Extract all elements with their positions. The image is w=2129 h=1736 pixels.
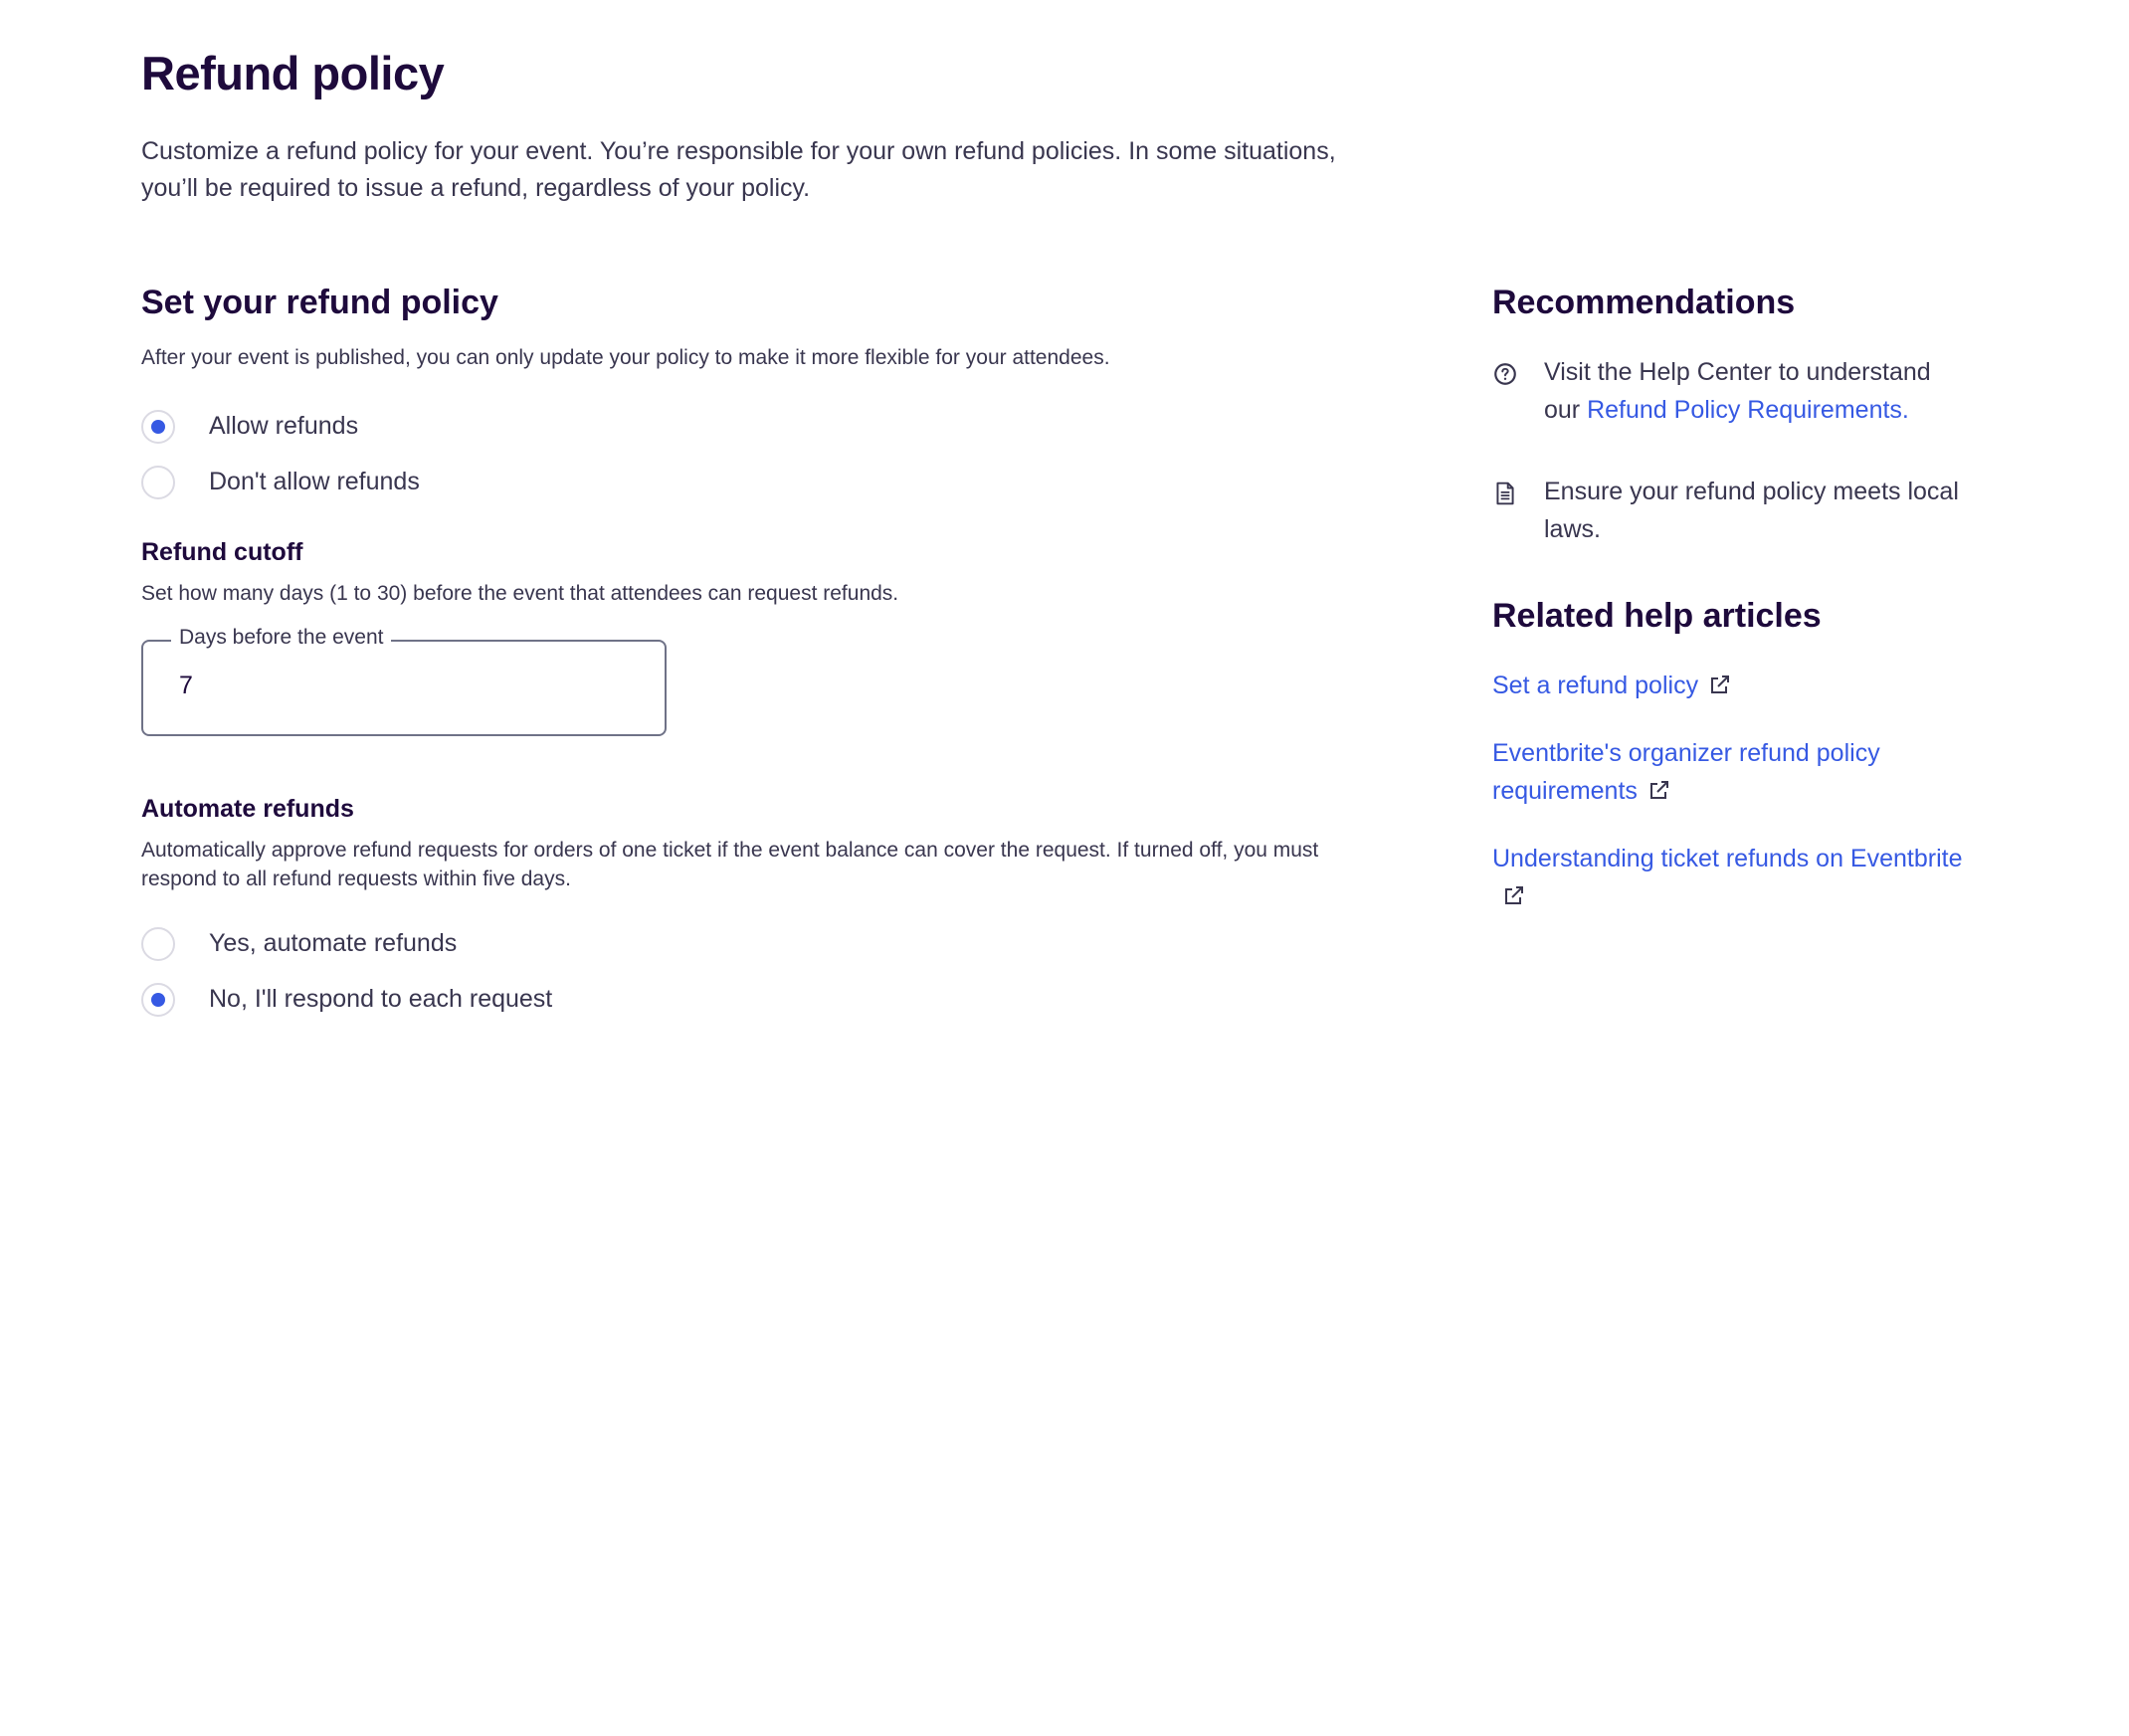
help-link-organizer-requirements-label: Eventbrite's organizer refund policy req… xyxy=(1492,738,1880,805)
help-link-set-refund-policy-label: Set a refund policy xyxy=(1492,671,1699,699)
refund-cutoff-heading: Refund cutoff xyxy=(141,537,303,566)
yes-automate-radio[interactable] xyxy=(141,926,175,961)
no-respond-radio[interactable] xyxy=(141,982,175,1017)
recommendation-help-center-text: Visit the Help Center to understand our … xyxy=(1544,353,1970,429)
dont-allow-refunds-option[interactable]: Don't allow refunds xyxy=(141,462,1355,503)
automate-refunds-description: Automatically approve refund requests fo… xyxy=(141,838,1319,890)
days-before-event-field[interactable]: Days before the event xyxy=(141,625,667,736)
recommendation-help-center: Visit the Help Center to understand our … xyxy=(1492,353,1970,429)
external-link-icon xyxy=(1649,780,1668,799)
page-title: Refund policy xyxy=(141,47,445,99)
allow-refunds-label: Allow refunds xyxy=(209,412,359,441)
document-icon xyxy=(1496,482,1514,505)
refund-policy-requirements-link[interactable]: Refund Policy Requirements. xyxy=(1587,396,1909,424)
no-respond-option[interactable]: No, I'll respond to each request xyxy=(141,979,1355,1021)
refund-cutoff-section: Refund cutoff Set how many days (1 to 30… xyxy=(141,537,1355,736)
automate-refunds-radio-group: Yes, automate refunds No, I'll respond t… xyxy=(141,923,1355,1021)
allow-refunds-option[interactable]: Allow refunds xyxy=(141,406,1355,448)
allow-refunds-radio[interactable] xyxy=(141,409,175,444)
help-link-organizer-requirements[interactable]: Eventbrite's organizer refund policy req… xyxy=(1492,734,1970,810)
recommendations-heading: Recommendations xyxy=(1492,284,1796,321)
days-before-event-label: Days before the event xyxy=(171,625,392,650)
recommendation-local-laws: Ensure your refund policy meets local la… xyxy=(1492,473,1970,548)
help-link-set-refund-policy[interactable]: Set a refund policy xyxy=(1492,667,1970,704)
page-intro: Customize a refund policy for your event… xyxy=(141,137,1336,202)
refund-policy-heading: Set your refund policy xyxy=(141,284,498,321)
yes-automate-label: Yes, automate refunds xyxy=(209,929,458,958)
external-link-icon xyxy=(1711,675,1730,693)
automate-refunds-section: Automate refunds Automatically approve r… xyxy=(141,794,1355,1021)
recommendation-local-laws-text: Ensure your refund policy meets local la… xyxy=(1544,477,1959,543)
dont-allow-refunds-radio[interactable] xyxy=(141,465,175,499)
days-before-event-input[interactable] xyxy=(179,671,637,700)
refund-policy-description: After your event is published, you can o… xyxy=(141,345,1110,369)
refund-policy-section: Set your refund policy After your event … xyxy=(141,283,1355,503)
external-link-icon xyxy=(1505,885,1523,904)
no-respond-label: No, I'll respond to each request xyxy=(209,985,553,1014)
refund-policy-radio-group: Allow refunds Don't allow refunds xyxy=(141,406,1355,503)
dont-allow-refunds-label: Don't allow refunds xyxy=(209,468,420,496)
automate-refunds-heading: Automate refunds xyxy=(141,794,354,823)
help-link-understanding-refunds-label: Understanding ticket refunds on Eventbri… xyxy=(1492,844,1963,872)
refund-settings-form: Set your refund policy After your event … xyxy=(141,283,1355,1035)
help-link-understanding-refunds[interactable]: Understanding ticket refunds on Eventbri… xyxy=(1492,840,1970,915)
sidebar: Recommendations Visit the Help Center to… xyxy=(1492,283,1970,915)
yes-automate-option[interactable]: Yes, automate refunds xyxy=(141,923,1355,965)
help-circle-icon xyxy=(1494,362,1516,385)
refund-cutoff-description: Set how many days (1 to 30) before the e… xyxy=(141,581,899,605)
related-help-heading: Related help articles xyxy=(1492,596,1822,635)
